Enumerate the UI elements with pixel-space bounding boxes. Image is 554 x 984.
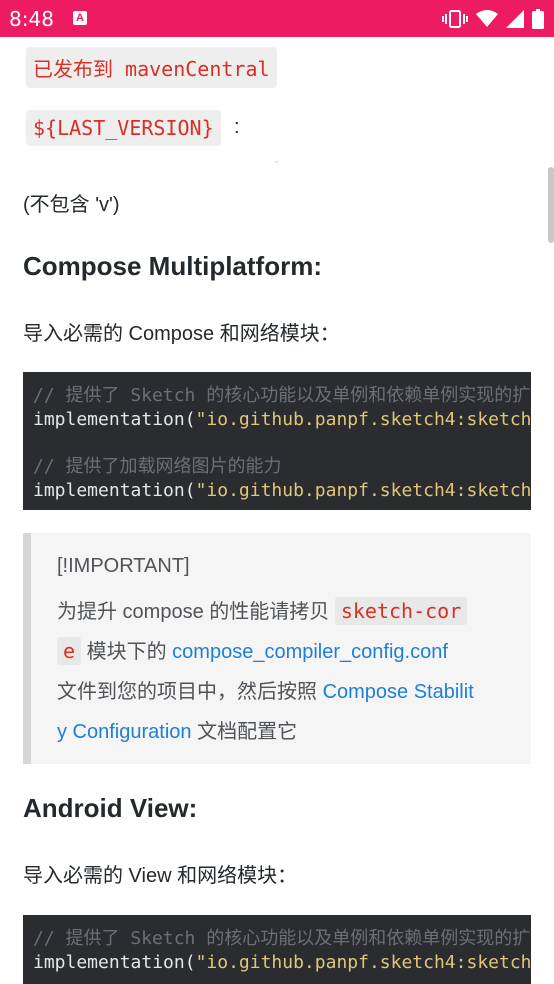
- callout-line: y Configuration 文档配置它: [57, 715, 297, 744]
- android-view-intro: 导入必需的 View 和网络模块：: [23, 865, 298, 887]
- android-code-block[interactable]: // 提供了 Sketch 的核心功能以及单例和依赖单例实现的扩展函数 impl…: [23, 915, 531, 984]
- inline-code-published: 已发布到 mavenCentral: [26, 47, 277, 88]
- vibrate-icon: [442, 10, 468, 28]
- status-icons: [442, 8, 544, 30]
- callout-line: 文件到您的项目中，然后按照 Compose Stabilit: [57, 675, 474, 704]
- callout-title: [!IMPORTANT]: [57, 555, 190, 577]
- inline-code-sketch-core-cont: e: [57, 637, 82, 665]
- code-function: implementation(: [33, 952, 196, 973]
- version-note: (不包含 'v'): [23, 194, 120, 216]
- code-string: "io.github.panpf.sketch4:sketch-http:${L…: [195, 480, 531, 501]
- code-function: implementation(: [33, 409, 196, 430]
- compose-stability-link-cont[interactable]: y Configuration: [57, 721, 192, 743]
- status-time: 8:48: [9, 7, 54, 31]
- code-string: "io.github.panpf.sketch4:sketch-view:${L…: [195, 952, 531, 973]
- scrollbar[interactable]: [548, 167, 554, 243]
- signal-icon: [506, 10, 524, 28]
- callout-text: 文档配置它: [191, 721, 298, 743]
- compose-code-block[interactable]: // 提供了 Sketch 的核心功能以及单例和依赖单例实现的扩展函数 impl…: [23, 372, 531, 510]
- callout-line: e 模块下的 compose_compiler_config.conf: [57, 635, 448, 665]
- code-line: implementation("io.github.panpf.sketch4:…: [33, 479, 531, 503]
- code-comment: // 提供了 Sketch 的核心功能以及单例和依赖单例实现的扩展函数: [33, 385, 531, 406]
- android-view-heading: Android View:: [23, 793, 198, 823]
- compose-compiler-config-link[interactable]: compose_compiler_config.conf: [172, 641, 448, 663]
- battery-icon: [532, 9, 544, 29]
- callout-text: 模块下的: [81, 641, 173, 663]
- code-line: implementation("io.github.panpf.sketch4:…: [33, 408, 531, 432]
- divider-dot: [275, 161, 278, 163]
- inline-code-version: ${LAST_VERSION}: [26, 110, 221, 146]
- callout-line: 为提升 compose 的性能请拷贝 sketch-cor: [57, 595, 468, 625]
- notification-icon: A: [73, 11, 87, 25]
- code-function: implementation(: [33, 480, 196, 501]
- code-line: implementation("io.github.panpf.sketch4:…: [33, 951, 531, 975]
- code-comment: // 提供了加载网络图片的能力: [33, 456, 282, 477]
- compose-heading: Compose Multiplatform:: [23, 251, 322, 281]
- readme-content[interactable]: 已发布到 mavenCentral ${LAST_VERSION} : (不包含…: [0, 37, 554, 984]
- callout-text: 为提升 compose 的性能请拷贝: [57, 601, 335, 623]
- callout-text: 文件到您的项目中，然后按照: [57, 681, 323, 703]
- inline-code-sketch-core: sketch-cor: [334, 597, 468, 625]
- callout-bar: [23, 533, 31, 764]
- code-comment: // 提供了 Sketch 的核心功能以及单例和依赖单例实现的扩展函数: [33, 928, 531, 949]
- compose-intro: 导入必需的 Compose 和网络模块：: [23, 323, 340, 345]
- important-callout: [!IMPORTANT] 为提升 compose 的性能请拷贝 sketch-c…: [23, 533, 531, 764]
- wifi-icon: [476, 10, 498, 27]
- status-bar: 8:48 A: [0, 0, 554, 37]
- code-string: "io.github.panpf.sketch4:sketch-compose:…: [195, 409, 531, 430]
- compose-stability-link[interactable]: Compose Stabilit: [323, 681, 474, 703]
- colon-text: :: [234, 116, 240, 138]
